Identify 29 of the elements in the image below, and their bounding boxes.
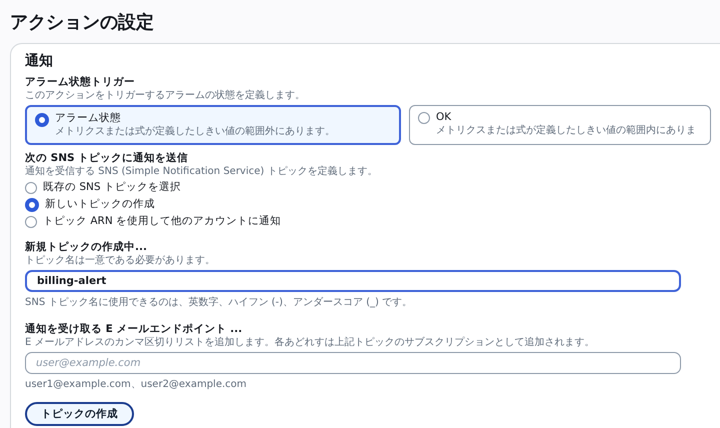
field-label: 新規トピックの作成中... [25,241,148,254]
field-description: このアクションをトリガーするアラームの状態を定義します。 [25,89,306,102]
page-title: アクションの設定 [10,11,155,34]
field-hint: user1@example.com、user2@example.com [25,378,248,391]
option-description: メトリクスまたは式が定義したしきい値の範囲内にありま [436,124,696,137]
option-label: アラーム状態 [55,112,122,125]
create-topic-button[interactable]: トピックの作成 [25,402,134,426]
field-hint: SNS トピック名に使用できるのは、英数字、ハイフン (-)、アンダースコア (_) です。 [25,296,414,309]
option-description: メトリクスまたは式が定義したしきい値の範囲外にあります。 [55,125,335,138]
radio-button[interactable] [418,112,430,124]
field-description: トピック名は一意である必要があります。 [25,254,216,267]
card-title: 通知 [25,52,54,70]
option-label: トピック ARN を使用して他のアカウントに通知 [43,215,282,228]
field-label: 次の SNS トピックに通知を送信 [25,152,190,165]
input-field[interactable]: user@example.com [25,352,681,374]
option-label: 新しいトピックの作成 [45,198,155,211]
radio-button[interactable] [25,216,37,228]
option-label: 既存の SNS トピックを選択 [43,181,181,194]
radio-button[interactable] [35,113,49,127]
radio-button[interactable] [25,198,39,212]
radio-tile[interactable]: OK メトリクスまたは式が定義したしきい値の範囲内にありま [409,105,711,145]
field-label: 通知を受け取る E メールエンドポイント ... [25,323,244,336]
option-label: OK [436,111,452,124]
radio-button[interactable] [25,182,37,194]
field-label: アラーム状態トリガー [25,76,136,89]
input-field[interactable]: billing-alert [25,270,681,292]
field-description: 通知を受信する SNS (Simple Notification Service) トピックを定義します。 [25,165,378,178]
field-description: E メールアドレスのカンマ区切りリストを追加します。各あどれすは上記トピックのサブスクリプションとして追加されます。 [25,336,596,349]
radio-tile[interactable]: アラーム状態 メトリクスまたは式が定義したしきい値の範囲外にあります。 [25,105,401,145]
